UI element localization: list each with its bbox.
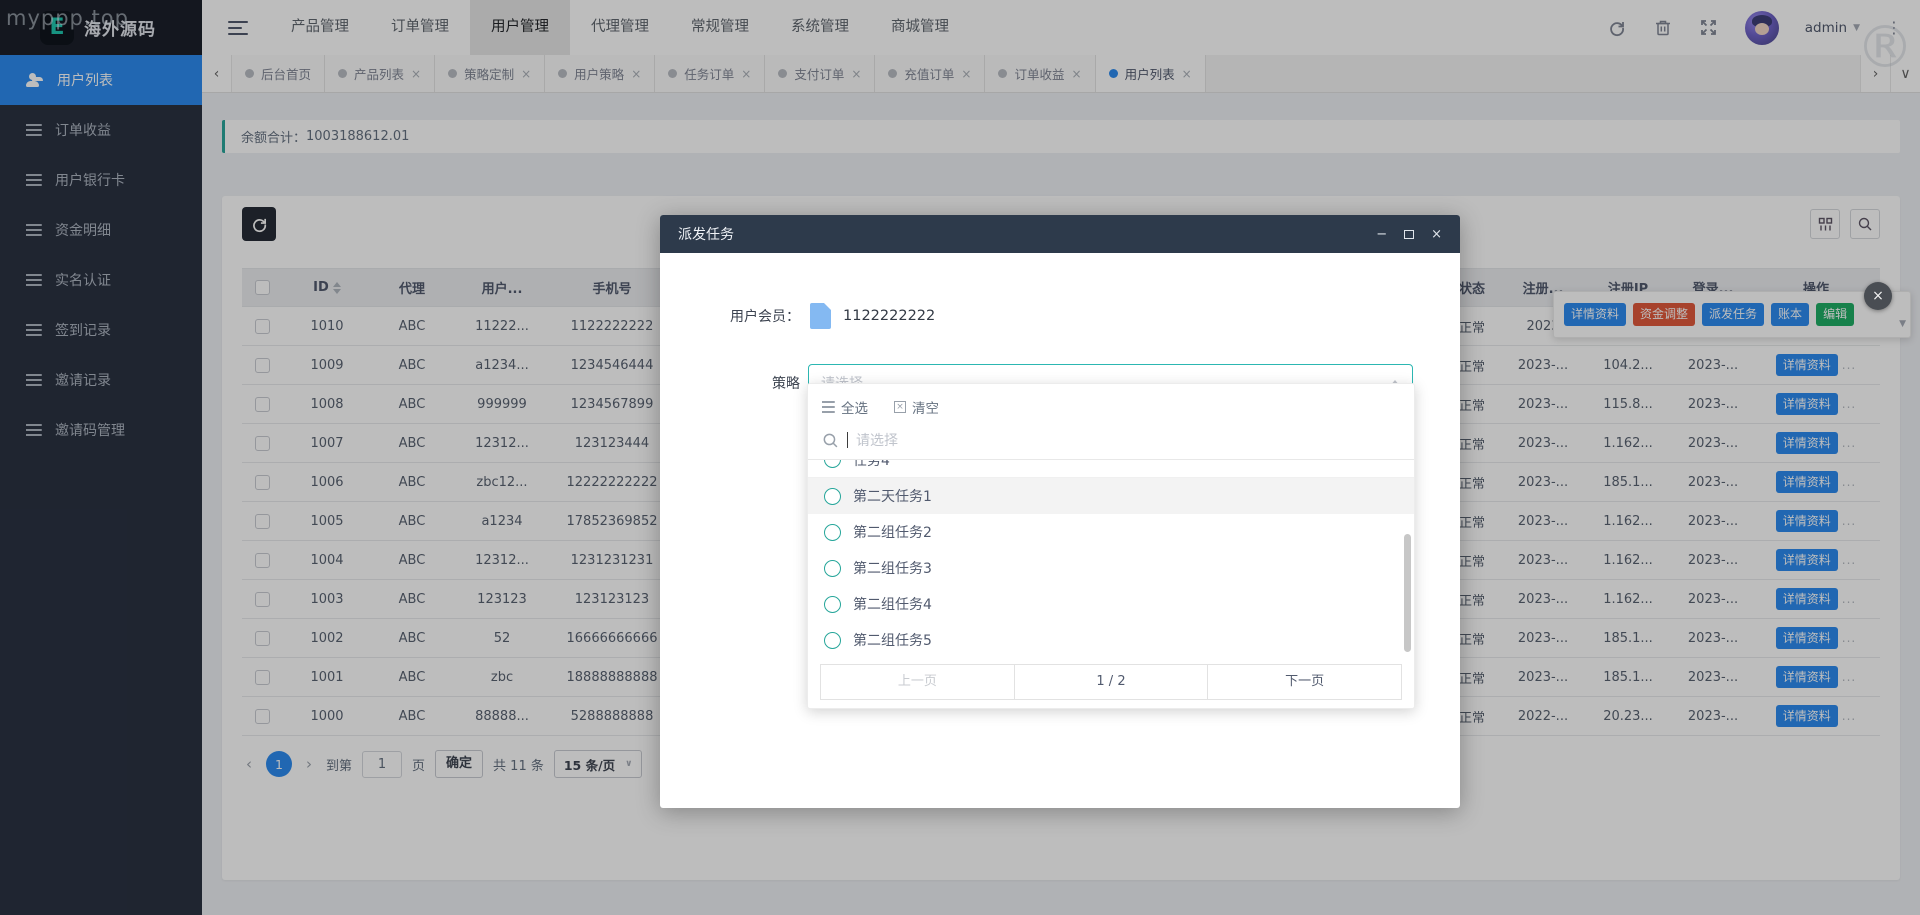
option-label: 任务4	[853, 460, 890, 470]
member-value: 1122222222	[843, 308, 935, 324]
member-row: 用户会员： 1122222222	[660, 303, 1460, 329]
dropdown-pagination: 上一页 1 / 2 下一页	[820, 664, 1402, 700]
minimize-icon[interactable]: −	[1376, 228, 1387, 241]
radio-icon	[824, 596, 841, 613]
dropdown-option-第二天任务1[interactable]: 第二天任务1	[808, 478, 1414, 514]
document-icon	[810, 303, 831, 329]
radio-icon	[824, 524, 841, 541]
maximize-icon[interactable]	[1404, 230, 1414, 239]
dropdown-prev-page[interactable]: 上一页	[821, 665, 1014, 699]
clear-label: 清空	[912, 397, 939, 417]
radio-icon	[824, 632, 841, 649]
select-all-action[interactable]: 全选	[822, 397, 868, 417]
search-placeholder: 请选择	[856, 430, 898, 450]
modal-title: 派发任务	[678, 224, 734, 244]
floating-close-button[interactable]: ×	[1864, 282, 1892, 310]
strategy-dropdown: 全选 × 清空 请选择 任务4 第二天任务1 第二组任务2 第二组任务3 第二组任务4 第…	[807, 383, 1415, 709]
select-all-icon	[822, 398, 835, 416]
dropdown-option-第二组任务3[interactable]: 第二组任务3	[808, 550, 1414, 586]
app-root: E 海外源码 用户列表订单收益用户银行卡资金明细实名认证签到记录邀请记录邀请码管…	[0, 0, 1920, 915]
dropdown-option-第二组任务2[interactable]: 第二组任务2	[808, 514, 1414, 550]
dropdown-option-第二组任务4[interactable]: 第二组任务4	[808, 586, 1414, 622]
text-cursor	[847, 432, 848, 448]
option-label: 第二组任务4	[853, 594, 932, 614]
watermark-registered: ®	[1856, 18, 1914, 76]
radio-icon	[824, 488, 841, 505]
option-label: 第二组任务5	[853, 630, 932, 650]
search-icon	[822, 432, 839, 449]
dropdown-page-info: 1 / 2	[1014, 665, 1208, 699]
dropdown-actions: 全选 × 清空	[808, 384, 1414, 423]
option-label: 第二组任务2	[853, 522, 932, 542]
dropdown-option-第二组任务5[interactable]: 第二组任务5	[808, 622, 1414, 658]
option-label: 第二组任务3	[853, 558, 932, 578]
select-all-label: 全选	[841, 397, 868, 417]
modal-controls: − ×	[1376, 228, 1442, 241]
strategy-label: 策略	[660, 373, 800, 393]
radio-icon	[824, 560, 841, 577]
member-label: 用户会员：	[660, 306, 800, 326]
radio-icon	[824, 460, 841, 468]
modal-header[interactable]: 派发任务 − ×	[660, 215, 1460, 253]
watermark-site: myppp.top	[6, 6, 129, 30]
option-label: 第二天任务1	[853, 486, 932, 506]
dropdown-next-page[interactable]: 下一页	[1207, 665, 1401, 699]
close-icon[interactable]: ×	[1431, 228, 1442, 241]
dropdown-scrollbar[interactable]	[1404, 534, 1411, 652]
clear-icon: ×	[894, 401, 906, 413]
dropdown-search[interactable]: 请选择	[808, 423, 1414, 459]
dropdown-options: 任务4 第二天任务1 第二组任务2 第二组任务3 第二组任务4 第二组任务5	[808, 460, 1414, 658]
dropdown-option-任务4[interactable]: 任务4	[808, 460, 1414, 478]
clear-action[interactable]: × 清空	[894, 397, 939, 417]
